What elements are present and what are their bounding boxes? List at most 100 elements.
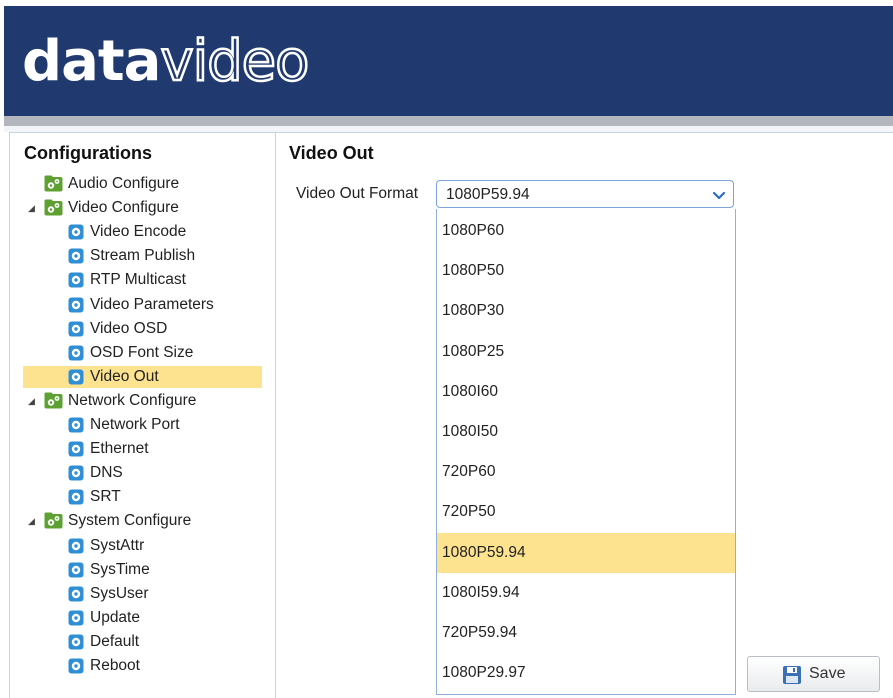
sidebar-item-srt[interactable]: SRT — [23, 486, 262, 508]
sidebar-group-network-configure[interactable]: ◢ Network Configure — [22, 390, 260, 412]
sidebar-item-update[interactable]: Update — [23, 607, 262, 629]
gears-folder-icon — [44, 175, 63, 192]
sidebar-group-video-configure[interactable]: ◢ Video Configure — [22, 197, 260, 219]
format-option-label: 1080I50 — [442, 423, 499, 440]
video-out-format-label: Video Out Format — [296, 185, 419, 202]
format-option-label: 1080P60 — [442, 222, 505, 239]
sidebar-item-label: Video Out — [90, 367, 159, 385]
collapse-arrow-icon[interactable]: ◢ — [28, 510, 35, 532]
sidebar-item-network-port[interactable]: Network Port — [23, 414, 262, 436]
sidebar-item-video-out[interactable]: Video Out — [23, 365, 262, 388]
settings-gear-icon — [68, 369, 84, 385]
settings-gear-icon — [68, 441, 84, 457]
sidebar-item-systattr[interactable]: SystAttr — [23, 535, 262, 557]
format-option[interactable]: 1080P25 — [437, 332, 735, 372]
sidebar-item-systime[interactable]: SysTime — [23, 559, 262, 581]
format-option-label: 720P60 — [442, 463, 496, 481]
header-banner: datavideo — [4, 6, 893, 116]
sidebar-item-ethernet[interactable]: Ethernet — [23, 438, 262, 460]
datavideo-logo: datavideo — [22, 28, 311, 96]
format-option[interactable]: 1080P30 — [437, 291, 735, 331]
settings-gear-icon — [68, 345, 84, 361]
settings-gear-icon — [68, 634, 84, 650]
sidebar-group-label: System Configure — [68, 512, 192, 530]
settings-gear-icon — [68, 465, 84, 481]
settings-gear-icon — [68, 248, 84, 264]
format-option[interactable]: 1080P29.97 — [437, 653, 735, 693]
video-out-format-select[interactable]: 1080P59.94 — [436, 180, 734, 208]
settings-gear-icon — [68, 538, 84, 554]
settings-gear-icon — [68, 562, 84, 578]
sidebar-item-label: Update — [90, 608, 140, 626]
sidebar-item-label: Video Encode — [90, 223, 187, 241]
format-option[interactable]: 1080P60 — [437, 211, 735, 251]
settings-gear-icon — [68, 272, 84, 288]
settings-gear-icon — [68, 417, 84, 433]
sidebar-item-label: SystAttr — [90, 536, 145, 554]
format-option-label: 1080P29.97 — [442, 664, 526, 682]
settings-gear-icon — [68, 658, 84, 674]
format-option[interactable]: 720P60 — [437, 452, 735, 492]
format-option-label: 1080I59.94 — [442, 583, 520, 601]
gears-folder-icon — [44, 392, 63, 409]
format-option[interactable]: 720P59.94 — [437, 613, 735, 653]
settings-gear-icon — [68, 321, 84, 337]
sidebar-title: Configurations — [24, 143, 152, 163]
sidebar-item-label: DNS — [90, 464, 123, 482]
sidebar-item-dns[interactable]: DNS — [23, 462, 262, 484]
sidebar-item-osd-font-size[interactable]: OSD Font Size — [23, 342, 262, 364]
collapse-arrow-icon[interactable]: ◢ — [28, 197, 35, 219]
sidebar-item-label: SysTime — [90, 560, 150, 578]
sidebar-item-label: Video Parameters — [90, 295, 214, 313]
format-option-label: 720P50 — [442, 503, 496, 521]
gears-folder-icon — [44, 512, 63, 529]
format-option[interactable]: 1080I59.94 — [437, 573, 735, 613]
sidebar-item-video-osd[interactable]: Video OSD — [23, 318, 262, 340]
sidebar-item-label: RTP Multicast — [90, 271, 186, 289]
sidebar-item-label: Video OSD — [90, 319, 168, 337]
sidebar-item-default[interactable]: Default — [23, 631, 262, 653]
header-divider — [4, 116, 893, 126]
settings-gear-icon — [68, 586, 84, 602]
sidebar-item-sysuser[interactable]: SysUser — [23, 583, 262, 605]
sidebar-item-stream-publish[interactable]: Stream Publish — [23, 245, 262, 267]
sidebar-item-video-parameters[interactable]: Video Parameters — [23, 294, 262, 316]
format-option[interactable]: 1080P50 — [437, 251, 735, 291]
format-option[interactable]: 1080I50 — [437, 412, 735, 452]
format-option-label: 1080I60 — [442, 382, 499, 400]
sidebar-item-label: Network Port — [90, 416, 180, 433]
format-option-label: 1080P30 — [442, 302, 505, 320]
format-option-label: 1080P25 — [442, 342, 505, 360]
format-option-label: 720P59.94 — [442, 624, 517, 641]
selected-format-value: 1080P59.94 — [446, 186, 530, 203]
save-button[interactable]: Save — [747, 656, 880, 692]
format-option[interactable]: 1080I60 — [437, 372, 735, 412]
sidebar-item-label: OSD Font Size — [90, 343, 194, 361]
sidebar-item-label: SRT — [90, 488, 121, 506]
format-option-label: 1080P59.94 — [442, 543, 526, 561]
collapse-arrow-icon[interactable]: ◢ — [28, 390, 35, 412]
main-panel: Video Out Video Out Format 1080P59.94 10… — [275, 132, 893, 698]
sidebar-group-audio-configure[interactable]: Audio Configure — [22, 173, 260, 195]
settings-gear-icon — [68, 297, 84, 313]
config-sidebar: Configurations Audio Configure ◢ Video Con… — [9, 132, 276, 698]
sidebar-group-system-configure[interactable]: ◢ System Configure — [22, 510, 260, 532]
sidebar-group-label: Audio Configure — [68, 175, 180, 192]
sidebar-item-video-encode[interactable]: Video Encode — [23, 221, 262, 243]
save-button-label: Save — [809, 665, 846, 682]
settings-gear-icon — [68, 224, 84, 240]
sidebar-group-label: Video Configure — [68, 199, 179, 217]
page-title: Video Out — [289, 143, 374, 163]
gears-folder-icon — [44, 199, 63, 216]
sidebar-item-reboot[interactable]: Reboot — [23, 655, 262, 677]
format-option[interactable]: 720P50 — [437, 492, 735, 532]
sidebar-item-label: SysUser — [90, 584, 149, 602]
sidebar-item-label: Ethernet — [90, 440, 149, 458]
sidebar-item-label: Stream Publish — [90, 247, 196, 265]
format-dropdown-list: 1080P60 1080P50 1080P30 1080P25 1080I60 1080I… — [436, 209, 736, 695]
sidebar-item-label: Default — [90, 632, 140, 650]
format-option[interactable]: 1080P59.94 — [437, 532, 735, 573]
sidebar-item-rtp-multicast[interactable]: RTP Multicast — [23, 269, 262, 291]
floppy-disk-icon — [783, 666, 801, 684]
chevron-down-icon — [712, 191, 726, 200]
